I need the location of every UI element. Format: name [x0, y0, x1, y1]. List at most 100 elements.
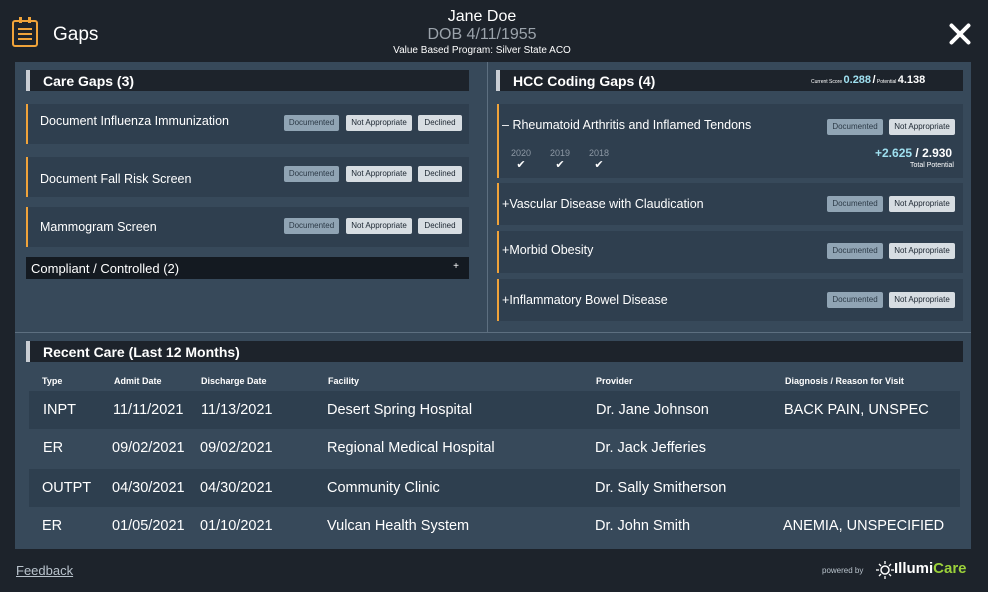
hcc-gap-label[interactable]: +Vascular Disease with Claudication: [502, 197, 704, 211]
care-gaps-title: Care Gaps (3): [43, 73, 135, 89]
total-potential-label: Total Potential: [910, 162, 954, 169]
value-based-program: Value Based Program: Silver State ACO: [393, 45, 571, 56]
column-header-discharge-date: Discharge Date: [201, 376, 267, 386]
not-appropriate-button[interactable]: Not Appropriate: [889, 196, 955, 212]
compliant-controlled-label: Compliant / Controlled (2): [31, 261, 180, 276]
hcc-gap-row: +Morbid Obesity Documented Not Appropria…: [497, 231, 963, 273]
cell-discharge-date: 04/30/2021: [200, 480, 273, 496]
checkmark-icon: ✔: [594, 159, 604, 171]
cell-type: OUTPT: [42, 480, 92, 496]
column-header-diagnosis: Diagnosis / Reason for Visit: [785, 376, 904, 386]
feedback-link[interactable]: Feedback: [16, 563, 73, 578]
documented-button[interactable]: Documented: [284, 166, 339, 182]
collapse-icon: –: [502, 118, 509, 132]
declined-button[interactable]: Declined: [418, 166, 462, 182]
column-header-provider: Provider: [596, 376, 633, 386]
illumicare-logo: IllumiCare: [876, 560, 972, 580]
hcc-gap-label[interactable]: +Inflammatory Bowel Disease: [502, 293, 668, 307]
cell-admit-date: 01/05/2021: [112, 518, 185, 534]
table-row: OUTPT 04/30/2021 04/30/2021 Community Cl…: [29, 469, 960, 507]
cell-type: ER: [42, 518, 63, 534]
not-appropriate-button[interactable]: Not Appropriate: [346, 218, 412, 234]
column-header-admit-date: Admit Date: [114, 376, 162, 386]
documented-button[interactable]: Documented: [827, 243, 883, 259]
cell-discharge-date: 09/02/2021: [200, 440, 273, 456]
not-appropriate-button[interactable]: Not Appropriate: [889, 243, 955, 259]
hcc-gap-label[interactable]: – Rheumatoid Arthritis and Inflamed Tend…: [502, 118, 751, 132]
documented-button[interactable]: Documented: [284, 218, 339, 234]
cell-provider: Dr. Sally Smitherson: [595, 480, 727, 496]
main-panel: Care Gaps (3) Document Influenza Immuniz…: [15, 62, 971, 549]
not-appropriate-button[interactable]: Not Appropriate: [346, 166, 412, 182]
declined-button[interactable]: Declined: [418, 218, 462, 234]
year-label: 2020: [510, 148, 532, 158]
cell-discharge-date: 01/10/2021: [200, 518, 273, 534]
hcc-gap-label[interactable]: +Morbid Obesity: [502, 243, 593, 257]
current-score-value: 0.288: [843, 74, 872, 86]
cell-facility: Community Clinic: [327, 480, 440, 496]
column-header-type: Type: [42, 376, 63, 386]
hcc-gap-row: +Vascular Disease with Claudication Docu…: [497, 183, 963, 225]
table-row: ER 01/05/2021 01/10/2021 Vulcan Health S…: [29, 507, 960, 545]
not-appropriate-button[interactable]: Not Appropriate: [889, 119, 955, 135]
powered-by-label: powered by: [822, 566, 864, 575]
documented-button[interactable]: Documented: [827, 292, 883, 308]
hcc-score-summary: Current Score 0.288 / Potential 4.138: [811, 74, 925, 86]
cell-admit-date: 09/02/2021: [112, 440, 185, 456]
checkmark-icon: ✔: [555, 159, 565, 171]
year-label: 2019: [549, 148, 571, 158]
score-separator: /: [872, 74, 876, 86]
logo-text-illumi: Illumi: [894, 560, 934, 577]
not-appropriate-button[interactable]: Not Appropriate: [346, 115, 412, 131]
care-gap-label: Mammogram Screen: [40, 220, 157, 234]
patient-dob: DOB 4/11/1955: [427, 26, 537, 43]
cell-facility: Vulcan Health System: [327, 518, 470, 534]
cell-admit-date: 04/30/2021: [112, 480, 185, 496]
cell-provider: Dr. Jack Jefferies: [595, 440, 706, 456]
patient-name: Jane Doe: [447, 8, 517, 25]
hcc-gap-name: Inflammatory Bowel Disease: [509, 293, 668, 307]
cell-admit-date: 11/11/2021: [113, 402, 184, 418]
expand-icon: +: [453, 261, 459, 272]
close-icon[interactable]: [946, 20, 974, 48]
care-gaps-header: Care Gaps (3): [26, 70, 469, 91]
horizontal-divider: [15, 332, 971, 333]
documented-button[interactable]: Documented: [827, 119, 883, 135]
care-gap-label: Document Influenza Immunization: [40, 114, 229, 128]
header: Gaps Jane Doe DOB 4/11/1955 Value Based …: [0, 0, 988, 62]
logo-wordmark: IllumiCare: [894, 560, 967, 577]
sun-logo-icon: [876, 561, 894, 579]
cell-type: ER: [43, 440, 64, 456]
hcc-gaps-title: HCC Coding Gaps (4): [513, 73, 656, 89]
documented-button[interactable]: Documented: [827, 196, 883, 212]
table-row: INPT 11/11/2021 11/13/2021 Desert Spring…: [29, 391, 960, 429]
declined-button[interactable]: Declined: [418, 115, 462, 131]
care-gap-label: Document Fall Risk Screen: [40, 172, 192, 186]
cell-diagnosis: BACK PAIN, UNSPEC: [784, 402, 929, 418]
not-appropriate-button[interactable]: Not Appropriate: [889, 292, 955, 308]
potential-score-label: Potential: [876, 79, 897, 85]
hcc-gap-name: Morbid Obesity: [509, 243, 594, 257]
hcc-gap-name: Rheumatoid Arthritis and Inflamed Tendon…: [512, 118, 752, 132]
documented-button[interactable]: Documented: [284, 115, 339, 131]
checkmark-icon: ✔: [516, 159, 526, 171]
compliant-controlled-toggle[interactable]: Compliant / Controlled (2) +: [26, 257, 469, 279]
score-increase-value: +2.625: [875, 146, 913, 160]
cell-facility: Desert Spring Hospital: [327, 402, 473, 418]
cell-facility: Regional Medical Hospital: [327, 440, 495, 456]
hcc-score-increase: +2.625 / 2.930: [875, 146, 953, 160]
table-row: ER 09/02/2021 09/02/2021 Regional Medica…: [29, 429, 960, 467]
care-gap-row: Document Fall Risk Screen Documented Not…: [26, 157, 469, 197]
cell-diagnosis: ANEMIA, UNSPECIFIED: [783, 518, 945, 534]
care-gap-row: Mammogram Screen Documented Not Appropri…: [26, 207, 469, 247]
year-label: 2018: [588, 148, 610, 158]
cell-provider: Dr. John Smith: [595, 518, 691, 534]
hcc-gap-row: +Inflammatory Bowel Disease Documented N…: [497, 279, 963, 321]
hcc-gap-name: Vascular Disease with Claudication: [509, 197, 704, 211]
potential-score-value: 4.138: [897, 74, 926, 86]
cell-type: INPT: [43, 402, 77, 418]
care-gap-row: Document Influenza Immunization Document…: [26, 104, 469, 144]
current-score-label: Current Score: [811, 79, 843, 85]
recent-care-header: Recent Care (Last 12 Months): [26, 341, 963, 362]
recent-care-title: Recent Care (Last 12 Months): [43, 344, 240, 360]
